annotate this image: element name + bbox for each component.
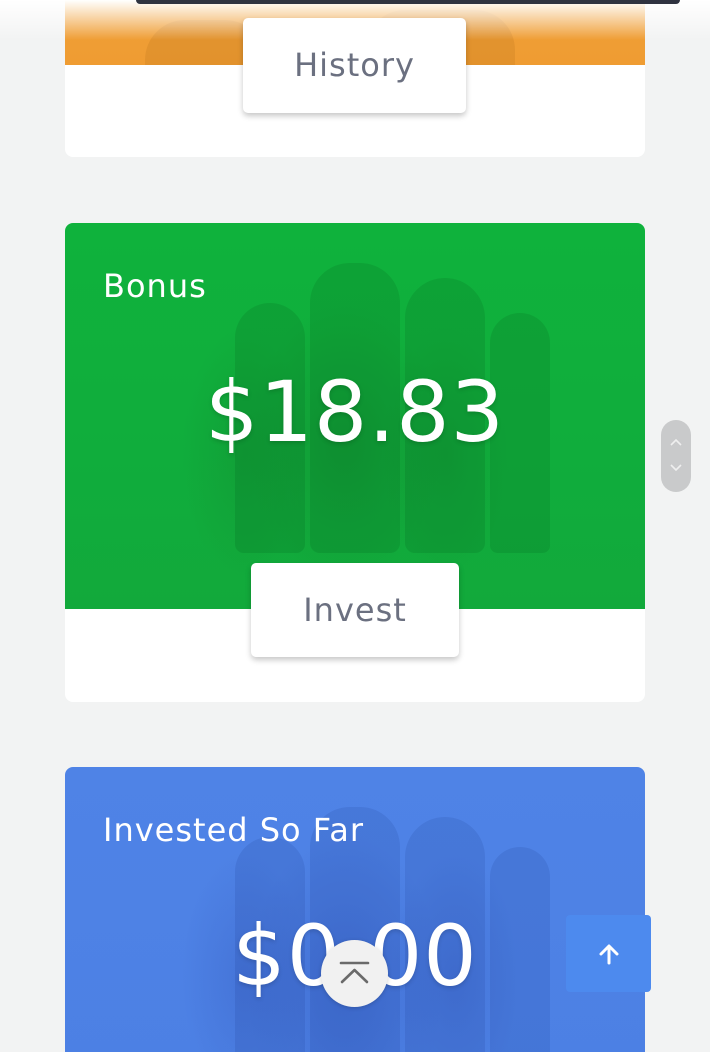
chevron-down-icon[interactable]: [670, 464, 682, 472]
history-button[interactable]: History: [243, 18, 466, 113]
arrow-up-icon: [599, 944, 619, 965]
scroll-widget[interactable]: [661, 420, 691, 492]
scroll-to-top-button[interactable]: [321, 940, 388, 1007]
chevron-up-icon[interactable]: [670, 438, 682, 446]
top-bar-edge: [136, 0, 680, 4]
page: History Bonus $18.83 Invest Invested So …: [0, 0, 710, 1052]
bonus-amount: $18.83: [205, 363, 505, 461]
invest-button[interactable]: Invest: [251, 563, 459, 657]
invested-card: Invested So Far $0.00: [65, 767, 645, 1052]
bonus-card: Bonus $18.83 Invest: [65, 223, 645, 702]
invested-label: Invested So Far: [103, 811, 365, 849]
bonus-label: Bonus: [103, 267, 207, 305]
invested-card-hero: Invested So Far $0.00: [65, 767, 645, 1052]
back-to-top-button[interactable]: [566, 915, 651, 992]
bonus-card-hero: Bonus $18.83: [65, 223, 645, 609]
double-chevron-up-icon: [339, 961, 370, 984]
